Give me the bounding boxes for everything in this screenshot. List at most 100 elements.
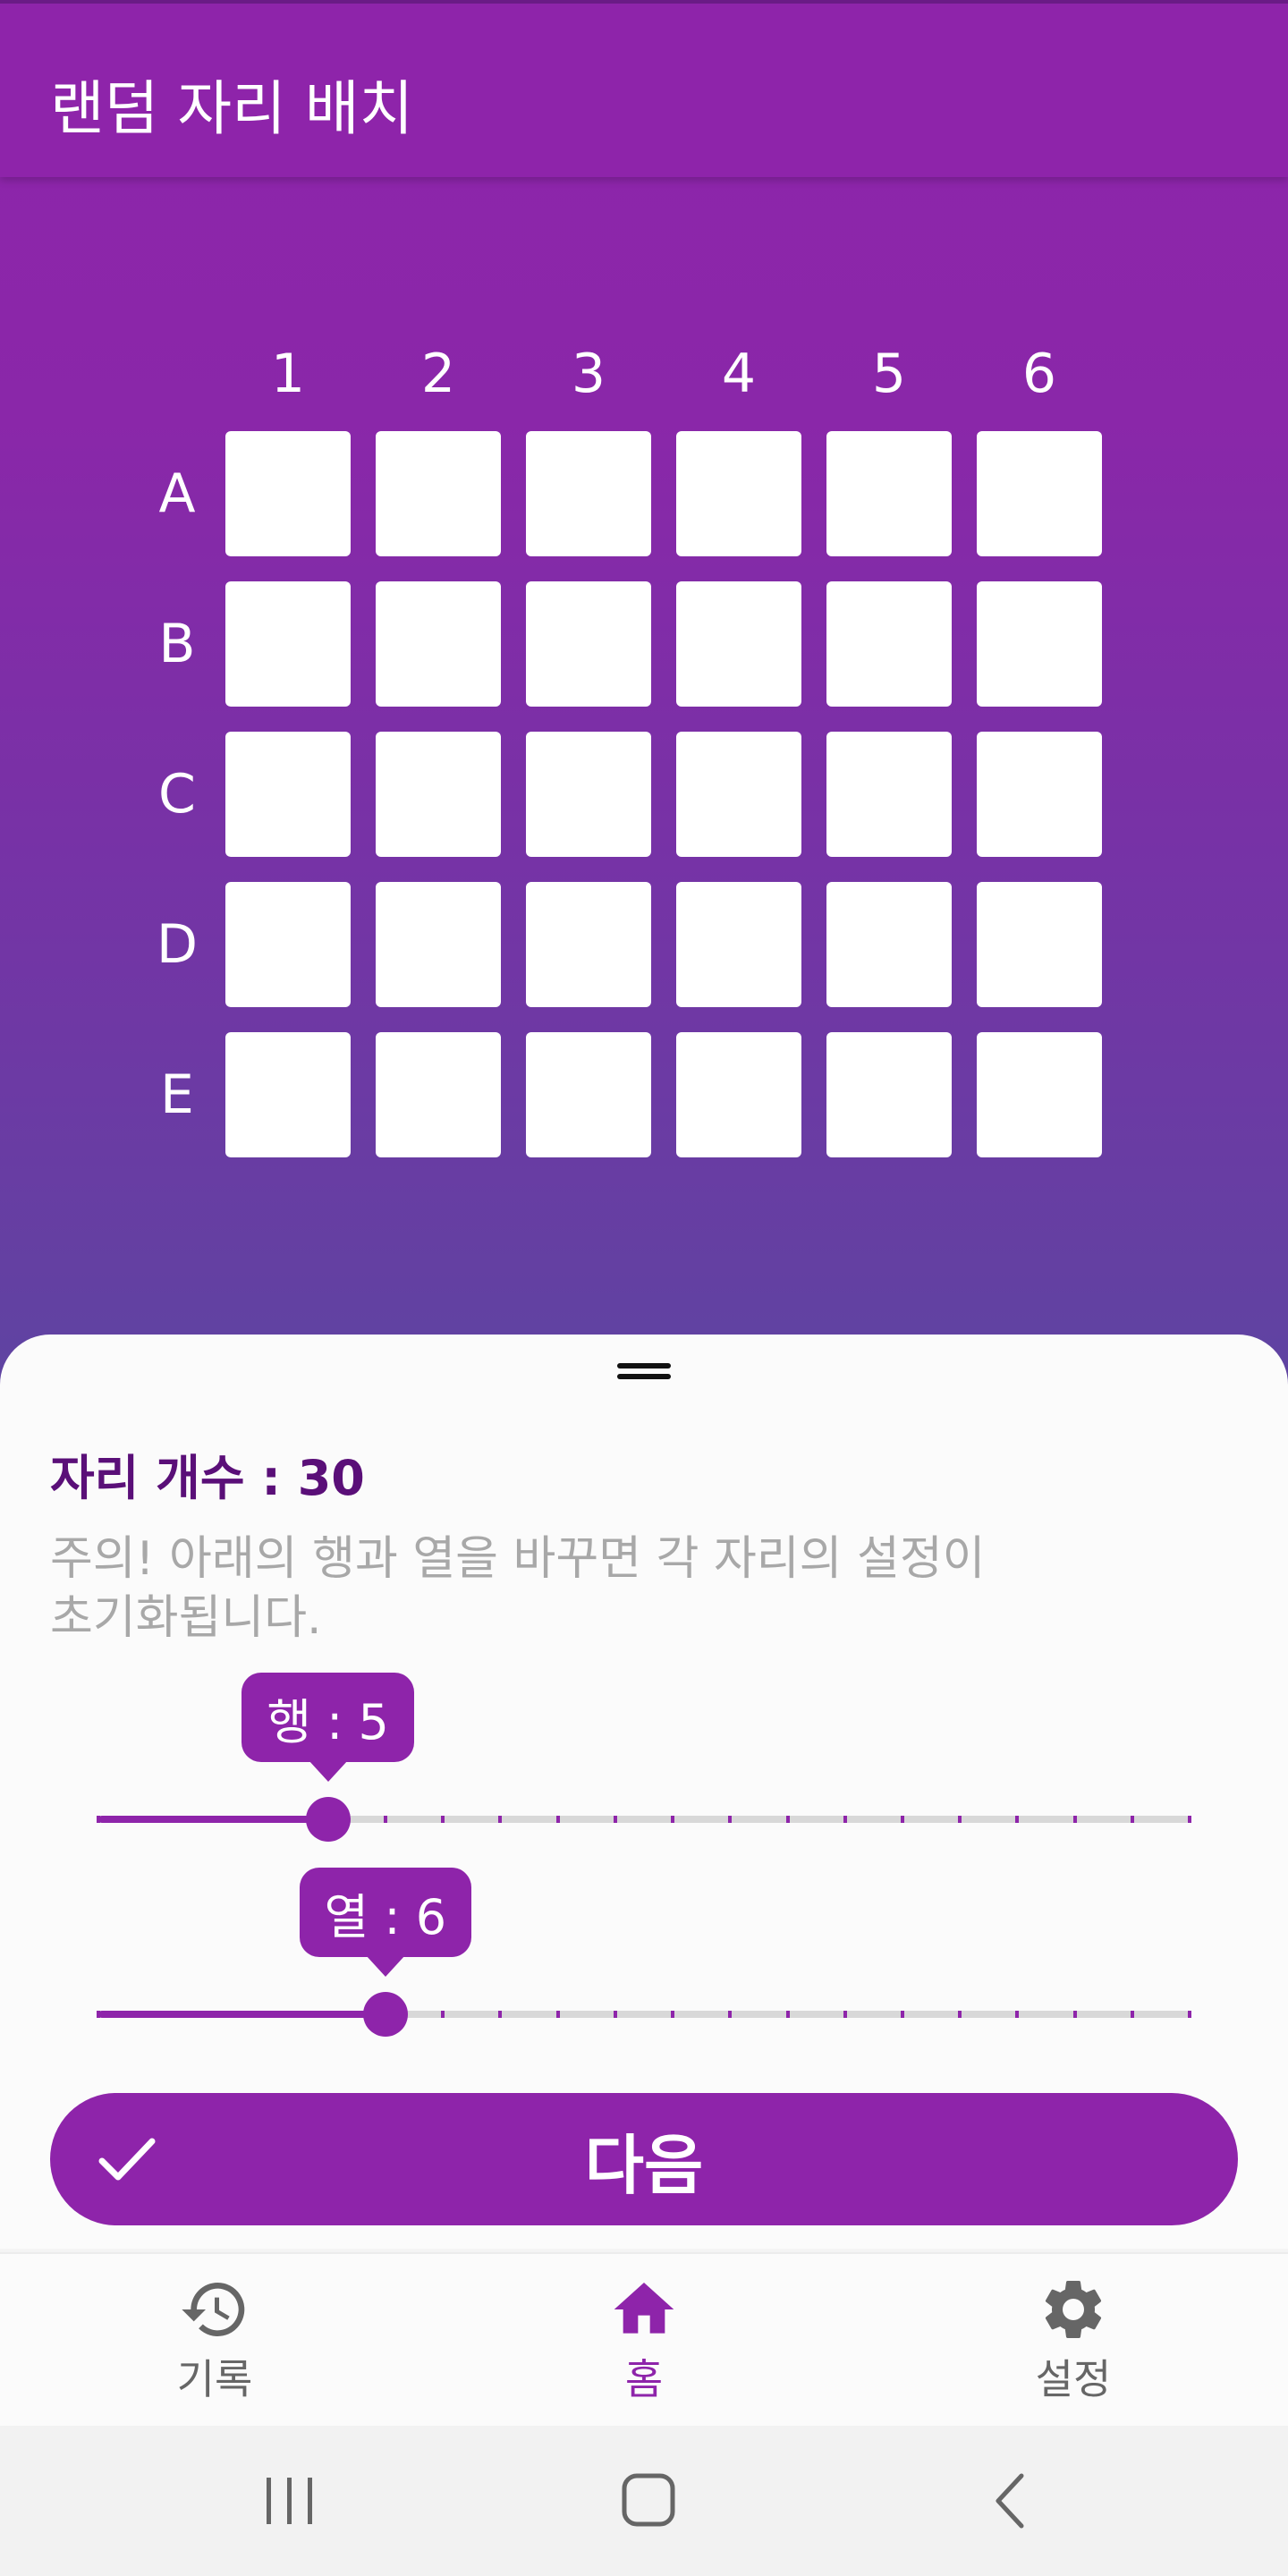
nav-label-settings: 설정 xyxy=(1035,2355,1112,2403)
seat-C2[interactable] xyxy=(376,732,501,857)
seat-B1[interactable] xyxy=(225,581,351,707)
row-label: D xyxy=(156,913,199,976)
reset-warning-text: 주의! 아래의 행과 열을 바꾸면 각 자리의 설정이 초기화됩니다. xyxy=(50,1530,1034,1648)
row-value-tooltip: 행 : 5 xyxy=(242,1673,414,1782)
nav-item-history[interactable]: 기록 xyxy=(80,2254,349,2426)
nav-item-home[interactable]: 홈 xyxy=(510,2254,778,2426)
seat-E6[interactable] xyxy=(977,1032,1102,1157)
column-slider[interactable] xyxy=(97,2011,1191,2018)
seat-C5[interactable] xyxy=(826,732,952,857)
warning-line-1: 주의! 아래의 행과 열을 바꾸면 각 자리의 설정이 xyxy=(50,1532,986,1586)
slider-tick xyxy=(785,2011,790,2018)
slider-tick xyxy=(671,1816,675,1823)
seat-D2[interactable] xyxy=(376,882,501,1007)
slider-tick xyxy=(958,1816,962,1823)
slider-tick xyxy=(1072,1816,1077,1823)
seat-B2[interactable] xyxy=(376,581,501,707)
slider-tick xyxy=(211,2011,216,2018)
seat-D1[interactable] xyxy=(225,882,351,1007)
column-value-tooltip: 열 : 6 xyxy=(299,1868,472,1977)
slider-tick xyxy=(843,1816,847,1823)
slider-tick xyxy=(1130,1816,1134,1823)
slider-tick xyxy=(1188,1816,1191,1823)
slider-tick xyxy=(384,1816,388,1823)
seat-C4[interactable] xyxy=(676,732,801,857)
home-system-icon[interactable] xyxy=(614,2465,685,2537)
slider-tick xyxy=(843,2011,847,2018)
nav-label-home: 홈 xyxy=(624,2355,664,2403)
seat-C6[interactable] xyxy=(977,732,1102,857)
row-label: E xyxy=(160,1063,194,1126)
seat-B6[interactable] xyxy=(977,581,1102,707)
seat-D6[interactable] xyxy=(977,882,1102,1007)
home-icon xyxy=(614,2283,674,2334)
column-label: 1 xyxy=(270,343,306,405)
seat-A5[interactable] xyxy=(826,431,952,556)
slider-tick xyxy=(268,1816,273,1823)
slider-tick xyxy=(268,2011,273,2018)
slider-tick xyxy=(555,2011,560,2018)
slider-tick xyxy=(441,1816,445,1823)
seat-E5[interactable] xyxy=(826,1032,952,1157)
seat-E2[interactable] xyxy=(376,1032,501,1157)
column-label: 6 xyxy=(1021,343,1057,405)
seat-B3[interactable] xyxy=(526,581,651,707)
slider-tick xyxy=(498,2011,503,2018)
column-label: 2 xyxy=(420,343,456,405)
slider-tick xyxy=(97,1816,100,1823)
slider-tick xyxy=(1015,1816,1020,1823)
bottom-navigation: 기록 홈 설정 xyxy=(0,2252,1288,2426)
slider-tick xyxy=(728,2011,733,2018)
slider-tick xyxy=(900,1816,904,1823)
gear-icon xyxy=(1045,2281,1102,2338)
slider-tick xyxy=(97,2011,100,2018)
app-title: 랜덤 자리 배치 xyxy=(50,74,414,143)
seat-count-label: 자리 개수 : 30 xyxy=(50,1450,365,1506)
slider-tick xyxy=(154,1816,158,1823)
seat-C3[interactable] xyxy=(526,732,651,857)
slider-tick xyxy=(728,1816,733,1823)
app-bar: 랜덤 자리 배치 xyxy=(0,0,1288,177)
slider-tick xyxy=(498,1816,503,1823)
warning-line-2: 초기화됩니다. xyxy=(50,1591,322,1645)
slider-tick xyxy=(154,2011,158,2018)
seat-E3[interactable] xyxy=(526,1032,651,1157)
column-label: 4 xyxy=(721,343,757,405)
seat-D5[interactable] xyxy=(826,882,952,1007)
seat-D3[interactable] xyxy=(526,882,651,1007)
seat-A1[interactable] xyxy=(225,431,351,556)
seat-D4[interactable] xyxy=(676,882,801,1007)
slider-tick xyxy=(671,2011,675,2018)
next-button-label: 다음 xyxy=(584,2127,704,2203)
slider-tick xyxy=(1072,2011,1077,2018)
seat-E4[interactable] xyxy=(676,1032,801,1157)
seat-E1[interactable] xyxy=(225,1032,351,1157)
column-slider-thumb[interactable] xyxy=(363,1992,409,2037)
check-icon xyxy=(98,2138,156,2181)
recent-apps-icon[interactable] xyxy=(254,2465,326,2537)
history-icon xyxy=(182,2283,245,2336)
slider-tick xyxy=(900,2011,904,2018)
slider-tick xyxy=(1015,2011,1020,2018)
seat-B4[interactable] xyxy=(676,581,801,707)
row-label: C xyxy=(158,763,196,826)
slider-tick xyxy=(613,1816,617,1823)
seat-A3[interactable] xyxy=(526,431,651,556)
back-icon[interactable] xyxy=(975,2465,1046,2537)
row-label: A xyxy=(158,462,196,525)
seat-A6[interactable] xyxy=(977,431,1102,556)
slider-tick xyxy=(1130,2011,1134,2018)
sheet-drag-handle[interactable] xyxy=(617,1363,671,1381)
slider-tick xyxy=(958,2011,962,2018)
row-slider-thumb[interactable] xyxy=(305,1797,351,1842)
slider-tick xyxy=(211,1816,216,1823)
row-slider[interactable] xyxy=(97,1816,1191,1823)
seat-C1[interactable] xyxy=(225,732,351,857)
nav-item-settings[interactable]: 설정 xyxy=(939,2254,1208,2426)
seat-A2[interactable] xyxy=(376,431,501,556)
next-button[interactable]: 다음 xyxy=(50,2093,1238,2225)
seat-B5[interactable] xyxy=(826,581,952,707)
slider-tick xyxy=(555,1816,560,1823)
seat-A4[interactable] xyxy=(676,431,801,556)
column-label: 3 xyxy=(571,343,606,405)
